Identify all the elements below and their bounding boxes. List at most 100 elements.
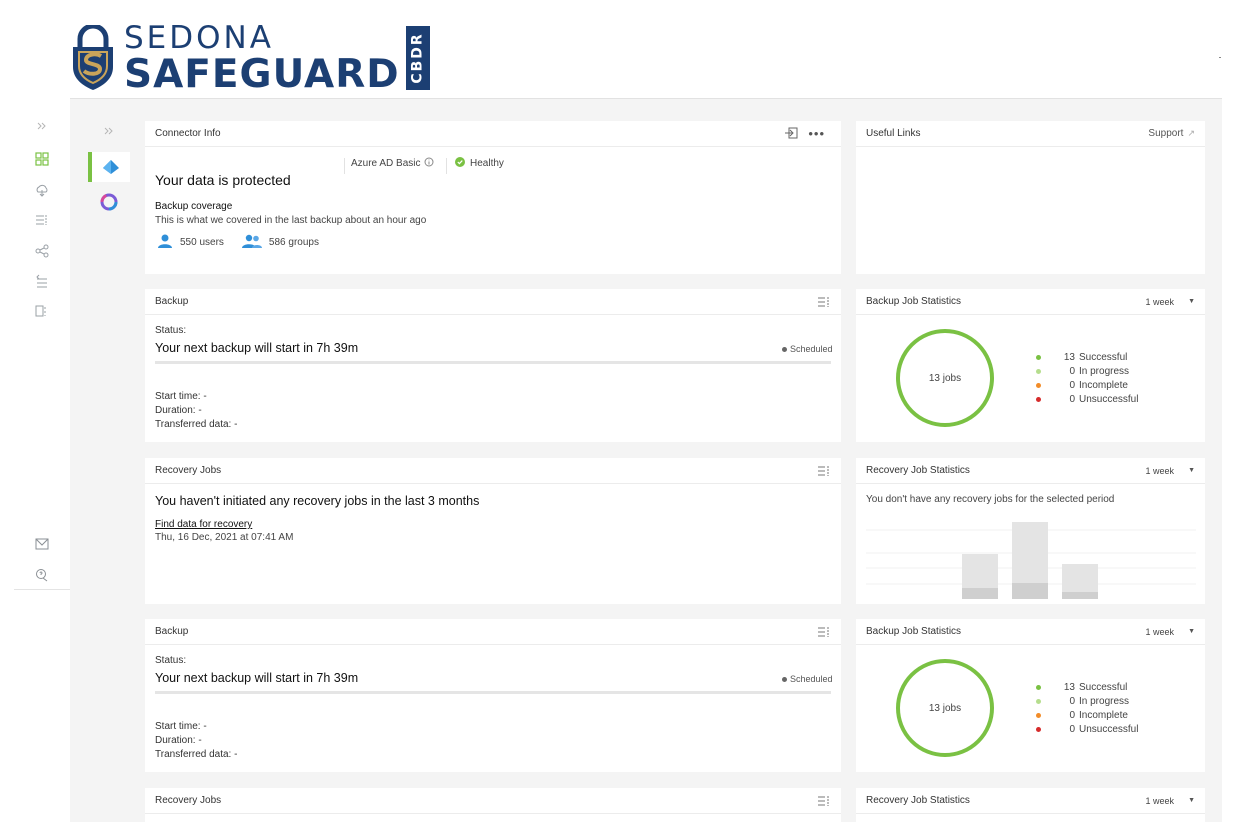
support-chat-icon[interactable] bbox=[34, 567, 50, 583]
brand-badge-text: CBDR bbox=[409, 32, 426, 84]
range-value: 1 week bbox=[1145, 465, 1175, 476]
more-options-icon[interactable]: ••• bbox=[808, 126, 825, 141]
coverage-counts: 550 users 586 groups bbox=[157, 234, 319, 251]
support-label[interactable]: Support bbox=[1148, 128, 1183, 139]
connector-info-card: Connector Info ••• Azure AD Basic Health… bbox=[145, 121, 841, 274]
placeholder-bar bbox=[962, 588, 998, 599]
range-value: 1 week bbox=[1145, 296, 1175, 307]
azure-ad-icon[interactable] bbox=[88, 152, 130, 182]
shield-lock-icon bbox=[73, 25, 113, 90]
group-icon bbox=[241, 234, 262, 251]
chart-legend: 13 Successful 0 In progress 0 Incomplete 0 Unsu… bbox=[1036, 350, 1138, 406]
legend-label: Unsuccessful bbox=[1079, 723, 1139, 735]
legend-item: 13 Successful bbox=[1036, 350, 1138, 364]
recovery-stats-card: Recovery Job Statistics 1 week ▼ bbox=[856, 788, 1205, 823]
legend-dot bbox=[1036, 354, 1041, 360]
caret-down-icon: ▼ bbox=[1188, 298, 1195, 305]
divider bbox=[446, 158, 447, 174]
restore-icon[interactable] bbox=[34, 273, 50, 289]
card-title: Useful Links bbox=[866, 128, 921, 139]
users-count: 550 users bbox=[180, 237, 224, 248]
card-header: Useful Links Support ↗ bbox=[856, 121, 1205, 147]
list-view-icon[interactable] bbox=[817, 296, 831, 308]
left-rail bbox=[14, 98, 70, 590]
legend-value: 0 bbox=[1069, 379, 1075, 391]
health-status: Healthy bbox=[455, 157, 504, 170]
service-info: Azure AD Basic bbox=[351, 157, 434, 170]
placeholder-bar bbox=[1062, 592, 1098, 599]
legend-dot bbox=[1036, 382, 1041, 388]
range-dropdown[interactable]: 1 week ▼ bbox=[1146, 627, 1195, 637]
coverage-subtitle: This is what we covered in the last back… bbox=[155, 215, 427, 226]
legend-value: 0 bbox=[1069, 695, 1075, 707]
legend-label: Successful bbox=[1079, 351, 1128, 363]
legend-item: 0 Unsuccessful bbox=[1036, 722, 1138, 736]
recovery-stats-card: Recovery Job Statistics 1 week ▼ You don… bbox=[856, 458, 1205, 604]
card-title: Recovery Jobs bbox=[155, 465, 222, 476]
coverage-title: Backup coverage bbox=[155, 201, 233, 212]
mail-icon[interactable] bbox=[34, 536, 50, 552]
card-header: Connector Info ••• bbox=[145, 121, 841, 147]
list-view-icon[interactable] bbox=[817, 626, 831, 638]
caret-down-icon: ▼ bbox=[1188, 628, 1195, 635]
card-title: Backup Job Statistics bbox=[866, 296, 962, 307]
status-dot bbox=[782, 346, 787, 352]
caret-down-icon: ▼ bbox=[1188, 797, 1195, 804]
range-dropdown[interactable]: 1 week ▼ bbox=[1146, 297, 1195, 307]
legend-dot bbox=[1036, 368, 1041, 374]
legend-label: Unsuccessful bbox=[1079, 393, 1139, 405]
placeholder-bar bbox=[1012, 522, 1048, 583]
double-chevron-right-icon[interactable] bbox=[104, 125, 114, 139]
header-divider bbox=[1219, 57, 1221, 58]
external-link-icon: ↗ bbox=[1187, 128, 1195, 138]
backup-progress-bar bbox=[155, 361, 831, 364]
range-dropdown[interactable]: 1 week ▼ bbox=[1146, 796, 1195, 806]
legend-value: 0 bbox=[1069, 365, 1075, 377]
find-data-link[interactable]: Find data for recovery bbox=[155, 519, 252, 530]
legend-value: 13 bbox=[1063, 681, 1075, 693]
recovery-date: Thu, 16 Dec, 2021 at 07:41 AM bbox=[155, 532, 294, 543]
backup-stats-card: Backup Job Statistics 1 week ▼ 13 jobs 1… bbox=[856, 619, 1205, 772]
microsoft-365-icon[interactable] bbox=[88, 187, 130, 217]
card-header: Backup bbox=[145, 289, 841, 315]
report-icon[interactable] bbox=[34, 303, 50, 319]
legend-value: 13 bbox=[1063, 351, 1075, 363]
backup-progress-bar bbox=[155, 691, 831, 694]
caret-down-icon: ▼ bbox=[1188, 467, 1195, 474]
health-label: Healthy bbox=[470, 158, 504, 169]
scheduled-label: Scheduled bbox=[790, 674, 833, 684]
backup-card: Backup Status: Your next backup will sta… bbox=[145, 289, 841, 442]
legend-value: 0 bbox=[1069, 709, 1075, 721]
range-value: 1 week bbox=[1145, 626, 1175, 637]
legend-label: Successful bbox=[1079, 681, 1128, 693]
card-title: Backup Job Statistics bbox=[866, 626, 962, 637]
legend-item: 0 In progress bbox=[1036, 694, 1138, 708]
card-title: Backup bbox=[155, 296, 189, 307]
cloud-backup-icon[interactable] bbox=[34, 182, 50, 198]
list-view-icon[interactable] bbox=[817, 795, 831, 807]
placeholder-bar-chart bbox=[866, 522, 1196, 599]
chart-legend: 13 Successful 0 In progress 0 Incomplete 0 Unsu… bbox=[1036, 680, 1138, 736]
support-link[interactable]: Support ↗ bbox=[1148, 128, 1195, 139]
status-label: Status: bbox=[155, 325, 187, 336]
info-icon[interactable] bbox=[424, 157, 434, 170]
legend-dot bbox=[1036, 726, 1041, 732]
legend-item: 0 Unsuccessful bbox=[1036, 392, 1138, 406]
backup-card: Backup Status: Your next backup will sta… bbox=[145, 619, 841, 772]
legend-item: 0 In progress bbox=[1036, 364, 1138, 378]
range-value: 1 week bbox=[1145, 795, 1175, 806]
list-filter-icon[interactable] bbox=[34, 212, 50, 228]
scheduled-badge: Scheduled bbox=[782, 344, 833, 354]
brand-logo[interactable]: SEDONA SAFEGUARD CBDR bbox=[70, 22, 430, 97]
dashboard-icon[interactable] bbox=[34, 151, 50, 167]
card-title: Backup bbox=[155, 626, 189, 637]
range-dropdown[interactable]: 1 week ▼ bbox=[1146, 466, 1195, 476]
sign-in-icon[interactable] bbox=[784, 127, 798, 141]
double-chevron-right-icon[interactable] bbox=[34, 118, 50, 134]
divider bbox=[344, 158, 345, 174]
brand-line2: SAFEGUARD bbox=[124, 51, 400, 97]
list-view-icon[interactable] bbox=[817, 465, 831, 477]
legend-dot bbox=[1036, 396, 1041, 402]
share-icon[interactable] bbox=[34, 243, 50, 259]
transferred-data: Transferred data: - bbox=[155, 419, 238, 430]
